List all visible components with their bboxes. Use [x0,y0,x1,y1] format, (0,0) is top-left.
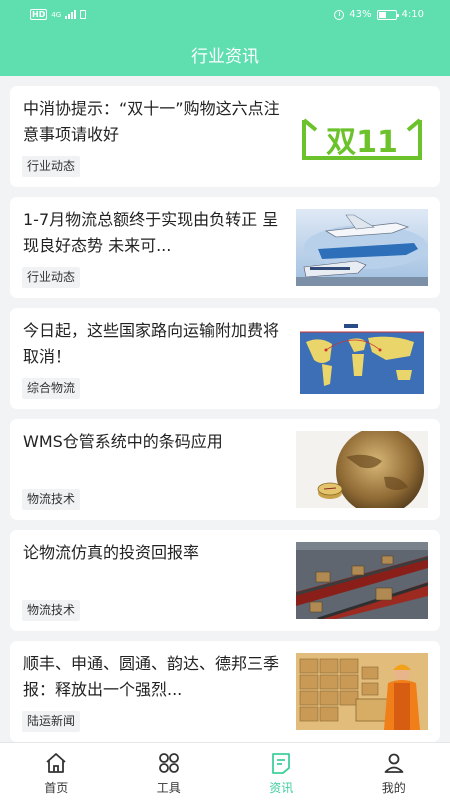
grid-icon [157,751,181,775]
article-thumbnail [296,209,428,286]
article-title: 中消协提示：“双十一”购物这六点注意事项请收好 [23,99,280,144]
clock: 4:10 [401,9,424,20]
double11-logo-image: 双11 [296,98,428,175]
article-title: 1-7月物流总额终于实现由负转正 呈现良好态势 未来可... [23,210,279,255]
app-root: HD 4G 43% 4:10 行业资讯 中消协提示：“双十一”购物这六点注意事项… [0,0,450,800]
nav-label-home: 首页 [44,781,69,795]
network-label: 4G [51,10,62,19]
status-right: 43% 4:10 [334,9,424,20]
conveyor-simulation-image [296,542,428,619]
plane-train-image [296,209,428,286]
article-tag: 行业动态 [22,156,81,177]
hd-indicator: HD [30,9,48,20]
status-bar: HD 4G 43% 4:10 [0,0,450,30]
page-title: 行业资讯 [191,47,259,67]
warehouse-worker-image [296,653,428,730]
article-tag: 综合物流 [22,378,81,399]
alarm-icon [334,9,345,20]
article-card[interactable]: 今日起，这些国家路向运输附加费将取消！ 综合物流 [10,308,440,409]
article-title: 顺丰、申通、圆通、韵达、德邦三季报：释放出一个强烈... [23,654,280,699]
bottom-nav: 首页 工具 资讯 我的 [0,742,450,800]
home-icon [44,751,68,775]
sim-icon [80,10,87,19]
article-thumbnail [296,542,428,619]
article-thumbnail [296,320,428,397]
article-tag: 物流技术 [22,489,81,510]
header-bar: HD 4G 43% 4:10 行业资讯 [0,0,450,76]
article-card[interactable]: 1-7月物流总额终于实现由负转正 呈现良好态势 未来可... 行业动态 [10,197,440,298]
article-card[interactable]: 论物流仿真的投资回报率 物流技术 [10,530,440,631]
nav-item-tools[interactable]: 工具 [113,743,226,800]
nav-item-me[interactable]: 我的 [338,743,450,800]
news-icon [269,751,293,775]
signal-icon [65,10,77,19]
article-card[interactable]: 顺丰、申通、圆通、韵达、德邦三季报：释放出一个强烈... 陆运新闻 [10,641,440,742]
article-title: 论物流仿真的投资回报率 [23,543,200,562]
article-card[interactable]: WMS仓管系统中的条码应用 物流技术 [10,419,440,520]
nav-item-home[interactable]: 首页 [0,743,113,800]
battery-percent: 43% [349,9,372,20]
article-title: WMS仓管系统中的条码应用 [23,432,223,451]
battery-icon [376,9,399,20]
nav-label-news: 资讯 [269,781,294,795]
world-map-image [296,320,428,397]
article-tag: 陆运新闻 [22,711,81,732]
article-thumbnail: 双11 [296,98,428,175]
nav-label-tools: 工具 [156,781,181,795]
article-card[interactable]: 中消协提示：“双十一”购物这六点注意事项请收好 行业动态 双11 [10,86,440,187]
article-tag: 物流技术 [22,600,81,621]
article-thumbnail [296,653,428,730]
globe-compass-image [296,431,428,508]
article-thumbnail [296,431,428,508]
nav-item-news[interactable]: 资讯 [225,743,338,800]
user-icon [382,751,406,775]
article-title: 今日起，这些国家路向运输附加费将取消！ [23,321,280,366]
nav-label-me: 我的 [381,781,406,795]
status-left: HD 4G [30,9,87,20]
double11-text: 双11 [326,125,398,160]
article-tag: 行业动态 [22,267,81,288]
